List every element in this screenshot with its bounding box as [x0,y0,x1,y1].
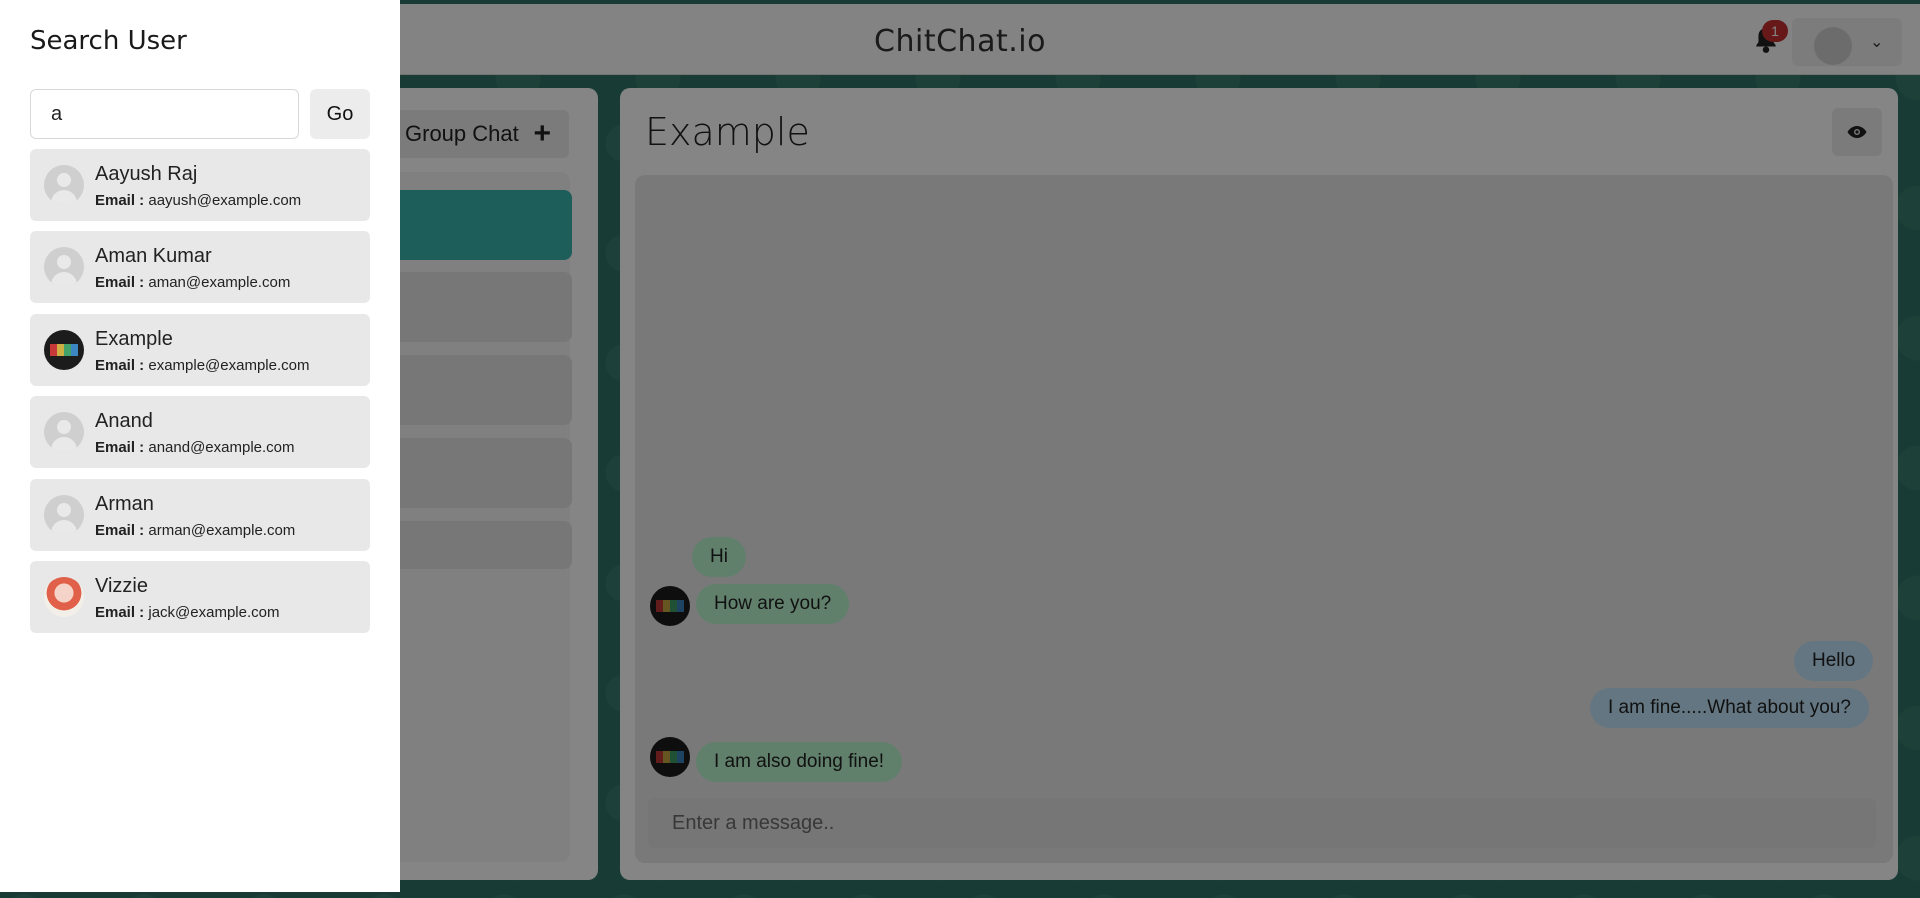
user-result-item[interactable]: Arman Email : arman@example.com [30,479,370,551]
user-result-item[interactable]: Example Email : example@example.com [30,314,370,386]
drawer-title: Search User [30,26,187,56]
user-result-item[interactable]: Aayush Raj Email : aayush@example.com [30,149,370,221]
avatar [44,495,84,535]
user-email: Email : jack@example.com [95,604,280,621]
avatar [44,412,84,452]
user-name: Anand [95,410,153,432]
user-result-item[interactable]: Anand Email : anand@example.com [30,396,370,468]
user-name: Example [95,328,173,350]
user-name: Aayush Raj [95,163,198,185]
user-name: Vizzie [95,575,148,597]
user-email: Email : aayush@example.com [95,192,302,209]
avatar [44,165,84,205]
avatar [44,247,84,287]
user-email: Email : arman@example.com [95,522,296,539]
search-user-drawer: Search User Go Aayush Raj Email : aayush… [0,0,400,892]
user-name: Arman [95,493,154,515]
user-name: Aman Kumar [95,245,212,267]
search-input[interactable] [30,89,299,139]
user-email: Email : anand@example.com [95,439,295,456]
user-email: Email : example@example.com [95,357,310,374]
avatar [44,577,84,617]
user-email: Email : aman@example.com [95,274,291,291]
avatar [44,330,84,370]
user-result-item[interactable]: Vizzie Email : jack@example.com [30,561,370,633]
user-result-item[interactable]: Aman Kumar Email : aman@example.com [30,231,370,303]
go-button[interactable]: Go [310,89,370,139]
